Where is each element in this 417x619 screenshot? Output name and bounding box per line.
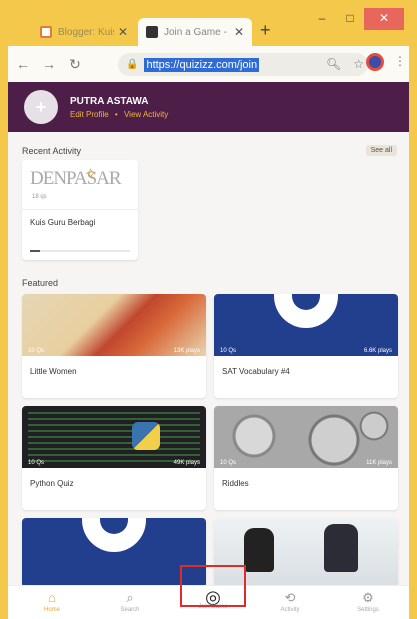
python-logo-icon (132, 422, 160, 450)
play-count: 13K plays (173, 348, 200, 354)
highlight-box (180, 565, 246, 607)
question-count: 10 Qs (220, 460, 237, 466)
question-count: 10 Qs (28, 460, 45, 466)
nav-label: Home (43, 607, 60, 613)
featured-card-little-women[interactable]: 10 Qs 13K plays Little Women (22, 294, 206, 398)
maximize-button[interactable]: □ (336, 8, 364, 30)
recent-quiz-title: Kuis Guru Berbagi (30, 218, 96, 227)
question-count: 10 Qs (220, 348, 237, 354)
quizizz-icon (146, 26, 158, 38)
play-count: 11K plays (366, 460, 392, 466)
card-meta: 10 Qs 49K plays (28, 460, 200, 466)
little-women-thumbnail (22, 294, 206, 356)
card-title: SAT Vocabulary #4 (222, 367, 290, 376)
card-title: Python Quiz (30, 479, 74, 488)
edit-profile-link[interactable]: Edit Profile (70, 110, 109, 119)
recent-quiz-card[interactable]: DENPASAR ✧ 18 qs Kuis Guru Berbagi (22, 160, 138, 260)
thumb-text: DENPASAR (30, 168, 122, 189)
window-controls: – □ ✕ (308, 8, 404, 30)
card-meta: 10 Qs 6.6K plays (220, 348, 392, 354)
gear-icon: ⚙ (362, 590, 374, 605)
reload-icon[interactable]: ↻ (64, 56, 86, 73)
card-meta: 10 Qs 11K plays (220, 460, 392, 466)
nav-home[interactable]: ⌂ Home (22, 586, 82, 619)
card-meta: 10 Qs 13K plays (28, 348, 200, 354)
bird-icon: ✧ (84, 166, 98, 183)
profile-header: + PUTRA ASTAWA Edit Profile • View Activ… (8, 82, 409, 132)
recent-quiz-thumbnail: DENPASAR ✧ 18 qs (22, 160, 138, 210)
quizizz-page: + PUTRA ASTAWA Edit Profile • View Activ… (8, 82, 409, 619)
thumb-sub: 18 qs (32, 194, 47, 200)
tab-close-icon[interactable]: ✕ (234, 25, 244, 39)
avatar[interactable]: + (24, 90, 58, 124)
question-count: 10 Qs (28, 348, 45, 354)
omnibox-actions: 🔍︎ ☆ (326, 57, 399, 71)
close-window-button[interactable]: ✕ (364, 8, 404, 30)
history-icon: ⟲ (284, 590, 296, 605)
play-count: 49K plays (173, 460, 200, 466)
progress-fill (30, 250, 40, 252)
browser-menu-icon[interactable]: ⋮ (394, 54, 406, 68)
play-count: 6.6K plays (363, 348, 392, 354)
player-shape (244, 528, 274, 572)
code-lines (28, 412, 200, 462)
tab-title: Join a Game - Quizizz (164, 26, 230, 38)
tab-strip: Blogger: Kuis Guru ✕ Join a Game - Quizi… (8, 8, 409, 46)
nav-settings[interactable]: ⚙ Settings (338, 586, 398, 619)
vocab-thumbnail (22, 518, 206, 588)
card-title: Little Women (30, 367, 77, 376)
featured-title: Featured (22, 278, 59, 288)
nav-activity[interactable]: ⟲ Activity (260, 586, 320, 619)
featured-card-sat[interactable]: 10 Qs 6.6K plays SAT Vocabulary #4 (214, 294, 398, 398)
featured-card-python[interactable]: 10 Qs 49K plays Python Quiz (22, 406, 206, 510)
view-activity-link[interactable]: View Activity (124, 110, 168, 119)
featured-card-partial-1[interactable] (22, 518, 206, 588)
zoom-icon[interactable]: 🔍︎ (326, 57, 341, 71)
home-icon: ⌂ (48, 590, 56, 605)
nav-search[interactable]: ⌕ Search (100, 586, 160, 619)
tab-quizizz[interactable]: Join a Game - Quizizz ✕ (138, 18, 252, 46)
nav-label: Activity (280, 607, 300, 613)
star-icon[interactable]: ☆ (353, 57, 364, 71)
link-separator: • (114, 110, 118, 119)
tab-blogger[interactable]: Blogger: Kuis Guru ✕ (32, 18, 136, 46)
search-icon: ⌕ (126, 590, 134, 605)
minimize-button[interactable]: – (308, 8, 336, 30)
blogger-icon (40, 26, 52, 38)
profile-links: Edit Profile • View Activity (70, 110, 168, 119)
new-tab-button[interactable]: + (260, 20, 271, 41)
card-title: Riddles (222, 479, 249, 488)
riddles-thumbnail (214, 406, 398, 468)
tab-title: Blogger: Kuis Guru (58, 26, 114, 38)
forward-icon[interactable]: → (38, 56, 60, 72)
url-text[interactable]: https://quizizz.com/join (144, 57, 260, 72)
see-all-button[interactable]: See all (365, 145, 397, 156)
featured-card-riddles[interactable]: 10 Qs 11K plays Riddles (214, 406, 398, 510)
back-icon[interactable]: ← (12, 56, 34, 72)
python-thumbnail (22, 406, 206, 468)
lock-icon: 🔒 (126, 59, 139, 70)
player-shape (324, 524, 358, 572)
nav-label: Search (120, 607, 140, 613)
recent-activity-title: Recent Activity (22, 146, 82, 156)
browser-toolbar: ← → ↻ 🔒 https://quizizz.com/join 🔍︎ ☆ (8, 46, 409, 82)
sat-thumbnail (214, 294, 398, 356)
profile-avatar-icon[interactable] (366, 53, 384, 71)
nav-label: Settings (357, 607, 379, 613)
profile-name: PUTRA ASTAWA (70, 96, 149, 107)
tab-close-icon[interactable]: ✕ (118, 25, 128, 39)
progress-bar (30, 250, 130, 252)
